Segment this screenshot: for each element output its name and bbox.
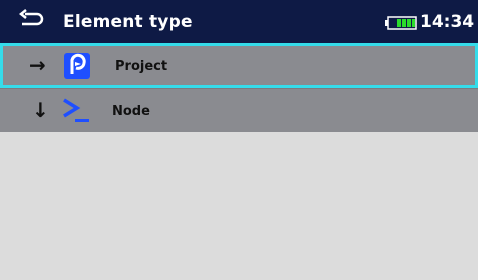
list-item-node[interactable]: ↓ Node xyxy=(0,88,478,132)
arrow-down-icon: ↓ xyxy=(32,98,49,122)
arrow-right-icon: → xyxy=(29,53,46,77)
node-icon xyxy=(61,97,91,125)
title-bar: Element type 14:34 xyxy=(0,0,478,43)
list-item-project[interactable]: → Project xyxy=(0,43,478,88)
project-icon xyxy=(64,53,90,79)
back-button[interactable] xyxy=(18,9,44,31)
list-item-label: Project xyxy=(115,59,168,74)
page-title: Element type xyxy=(63,12,193,32)
battery-icon xyxy=(385,15,417,30)
list-item-label: Node xyxy=(112,104,150,119)
clock: 14:34 xyxy=(420,12,475,32)
back-arrow-icon xyxy=(18,9,44,26)
